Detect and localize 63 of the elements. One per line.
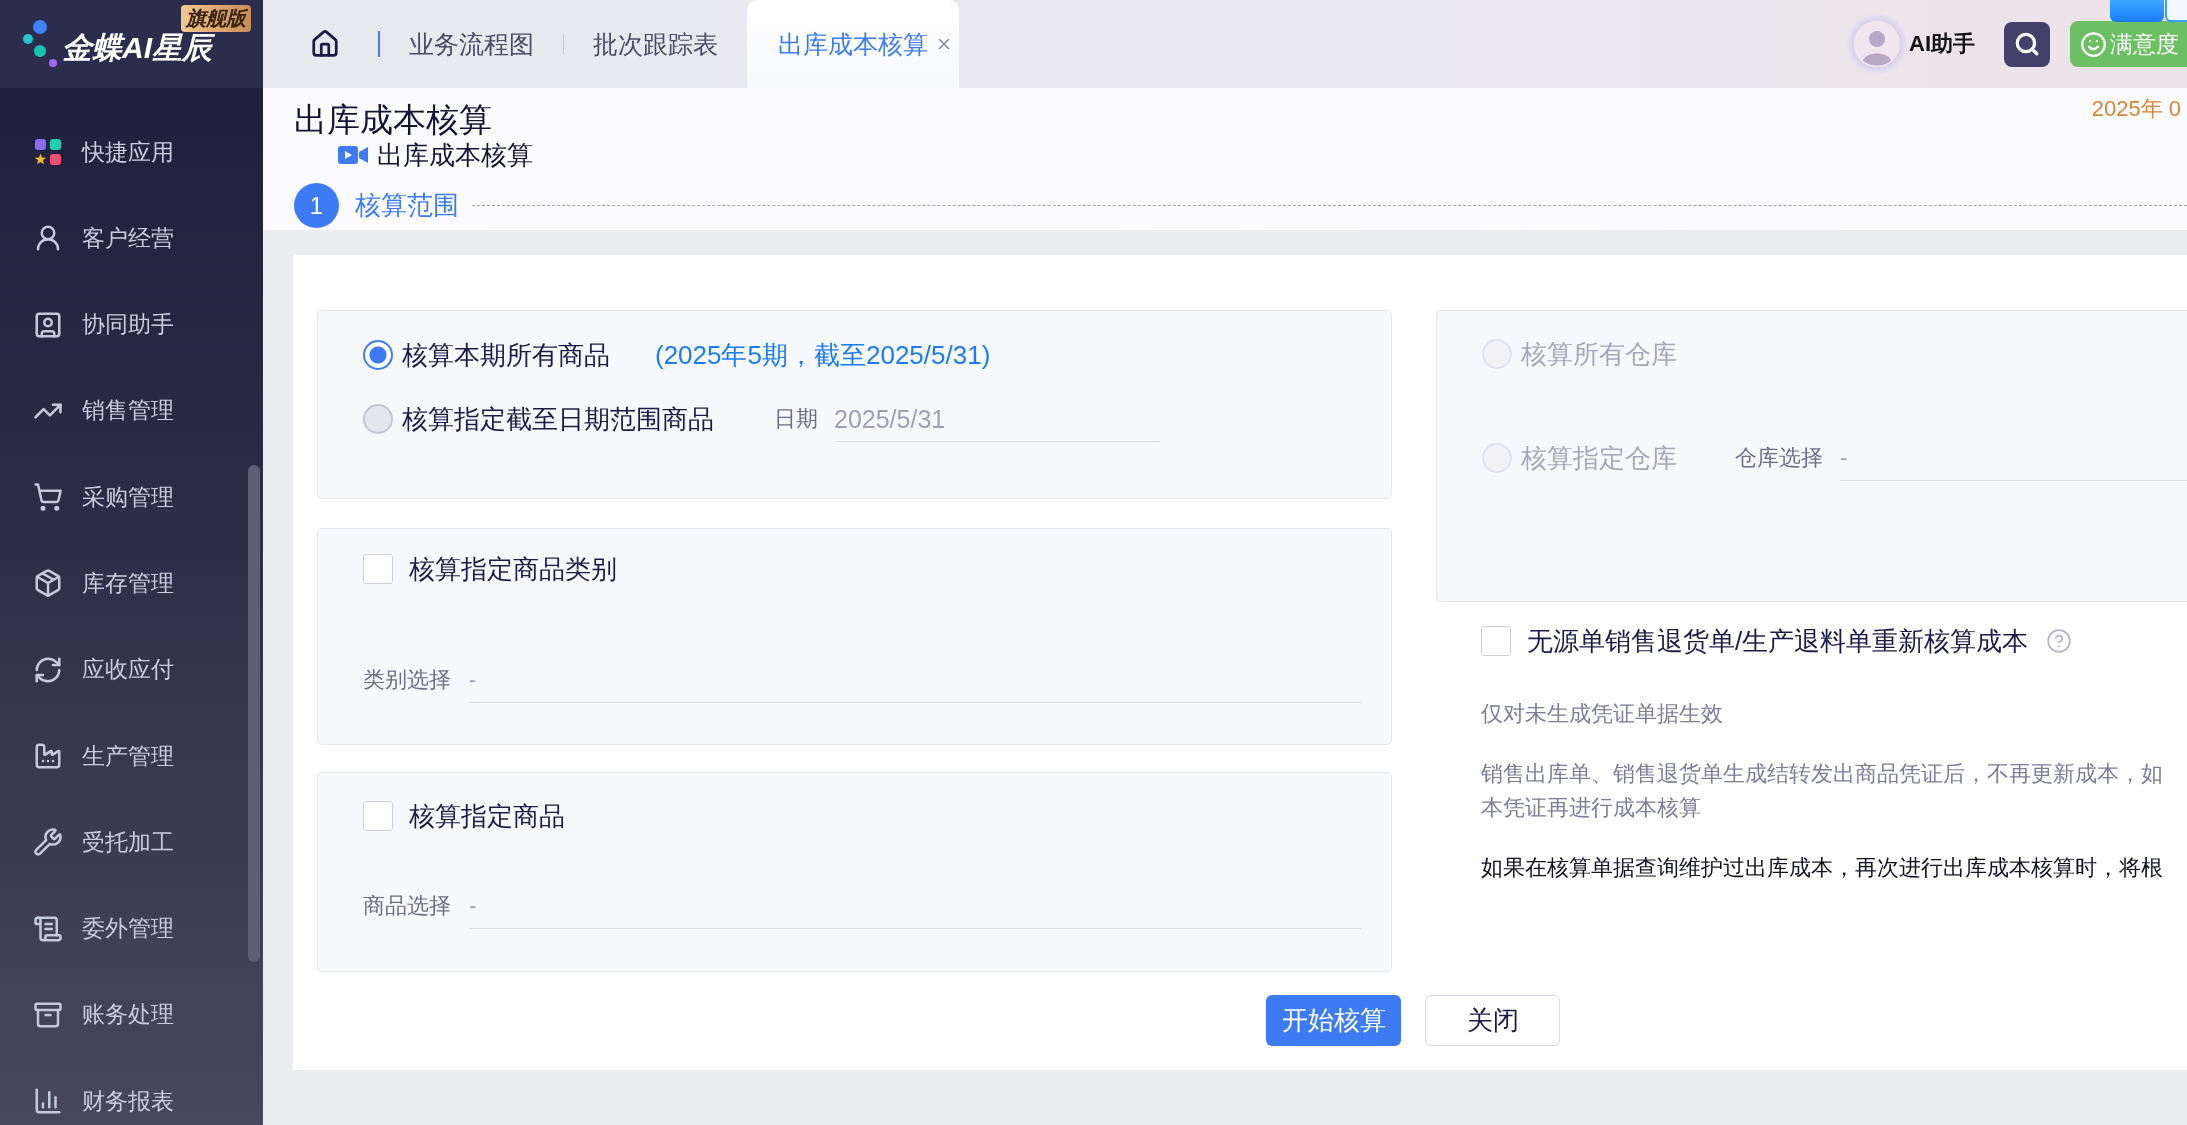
radio-label: 核算所有仓库 (1521, 339, 1677, 369)
radio-label: 核算指定截至日期范围商品 (402, 404, 714, 434)
sidebar-item[interactable]: 应收应付 (0, 646, 245, 693)
page-subtitle: 出库成本核算 (377, 140, 533, 170)
step-label: 核算范围 (355, 189, 459, 222)
edition-badge: 旗舰版 (181, 5, 251, 32)
action-button[interactable]: 关闭 (1425, 995, 1560, 1046)
sidebar-item[interactable]: 账务处理 (0, 991, 245, 1038)
checkbox-label: 无源单销售退货单/生产退料单重新核算成本 (1527, 626, 2029, 656)
sidebar-item[interactable]: 协同助手 (0, 301, 245, 348)
radio-label: 核算指定仓库 (1521, 443, 1677, 473)
tab[interactable]: 出库成本核算 (747, 0, 959, 88)
field-label: 仓库选择 (1735, 444, 1823, 472)
note-text: 销售出库单、销售退货单生成结转发出商品凭证后，不再更新成本，如 (1481, 760, 2164, 788)
sidebar-item[interactable]: 采购管理 (0, 474, 245, 521)
sidebar-item[interactable]: 销售管理 (0, 387, 245, 434)
assistant-button[interactable]: AI助手 (1847, 14, 1975, 74)
video-camera-icon (338, 144, 368, 166)
checkbox[interactable] (363, 554, 393, 584)
checkbox-label: 核算指定商品类别 (409, 554, 617, 584)
radio-button[interactable] (363, 340, 393, 370)
action-button[interactable]: 开始核算 (1266, 995, 1401, 1046)
notification-badge[interactable] (2110, 0, 2164, 22)
home-button[interactable] (310, 29, 340, 59)
step-number: 1 (294, 183, 339, 228)
period-note: (2025年5期，截至2025/5/31) (655, 340, 991, 370)
sidebar-item[interactable]: 委外管理 (0, 905, 245, 952)
help-icon[interactable] (2046, 628, 2073, 654)
sidebar-item[interactable]: 库存管理 (0, 560, 245, 607)
field-label: 商品选择 (363, 892, 451, 920)
logo-mark-icon (22, 20, 60, 68)
factory-icon (33, 741, 63, 772)
sidebar-item[interactable]: 客户经营 (0, 215, 245, 262)
note-text: 如果在核算单据查询维护过出库成本，再次进行出库成本核算时，将根 (1481, 854, 2164, 882)
avatar-icon (1847, 14, 1907, 74)
checkbox-label: 核算指定商品 (409, 801, 565, 831)
app-grid-icon (33, 137, 63, 167)
field-label: 类别选择 (363, 666, 451, 694)
note-text: 仅对未生成凭证单据生效 (1481, 700, 1724, 728)
cart-icon (33, 482, 63, 513)
search-icon (2014, 31, 2040, 57)
sidebar-item[interactable]: 快捷应用 (0, 129, 245, 175)
box-icon (33, 568, 63, 599)
wrench-icon (33, 827, 63, 858)
checkbox[interactable] (363, 801, 393, 831)
tab[interactable]: 批次跟踪表 (564, 0, 747, 88)
sidebar-item[interactable]: 财务报表 (0, 1078, 245, 1125)
page-title: 出库成本核算 (294, 100, 492, 140)
radio-button[interactable] (363, 404, 393, 434)
checkbox[interactable] (1481, 626, 1511, 656)
tab[interactable]: 业务流程图 (380, 0, 563, 88)
search-button[interactable] (2004, 21, 2050, 67)
note-text: 本凭证再进行成本核算 (1481, 794, 1702, 822)
field-label: 日期 (774, 405, 818, 433)
bar-chart-icon (33, 1086, 63, 1117)
notification-panel (2165, 0, 2187, 22)
smile-icon (2080, 30, 2107, 58)
scrollbar-thumb[interactable] (248, 465, 260, 962)
sidebar-item[interactable]: 生产管理 (0, 733, 245, 780)
radio-label: 核算本期所有商品 (402, 340, 610, 370)
home-icon (310, 29, 340, 59)
period-date: 2025年 0 (2091, 96, 2182, 122)
sidebar-item[interactable]: 受托加工 (0, 819, 245, 866)
